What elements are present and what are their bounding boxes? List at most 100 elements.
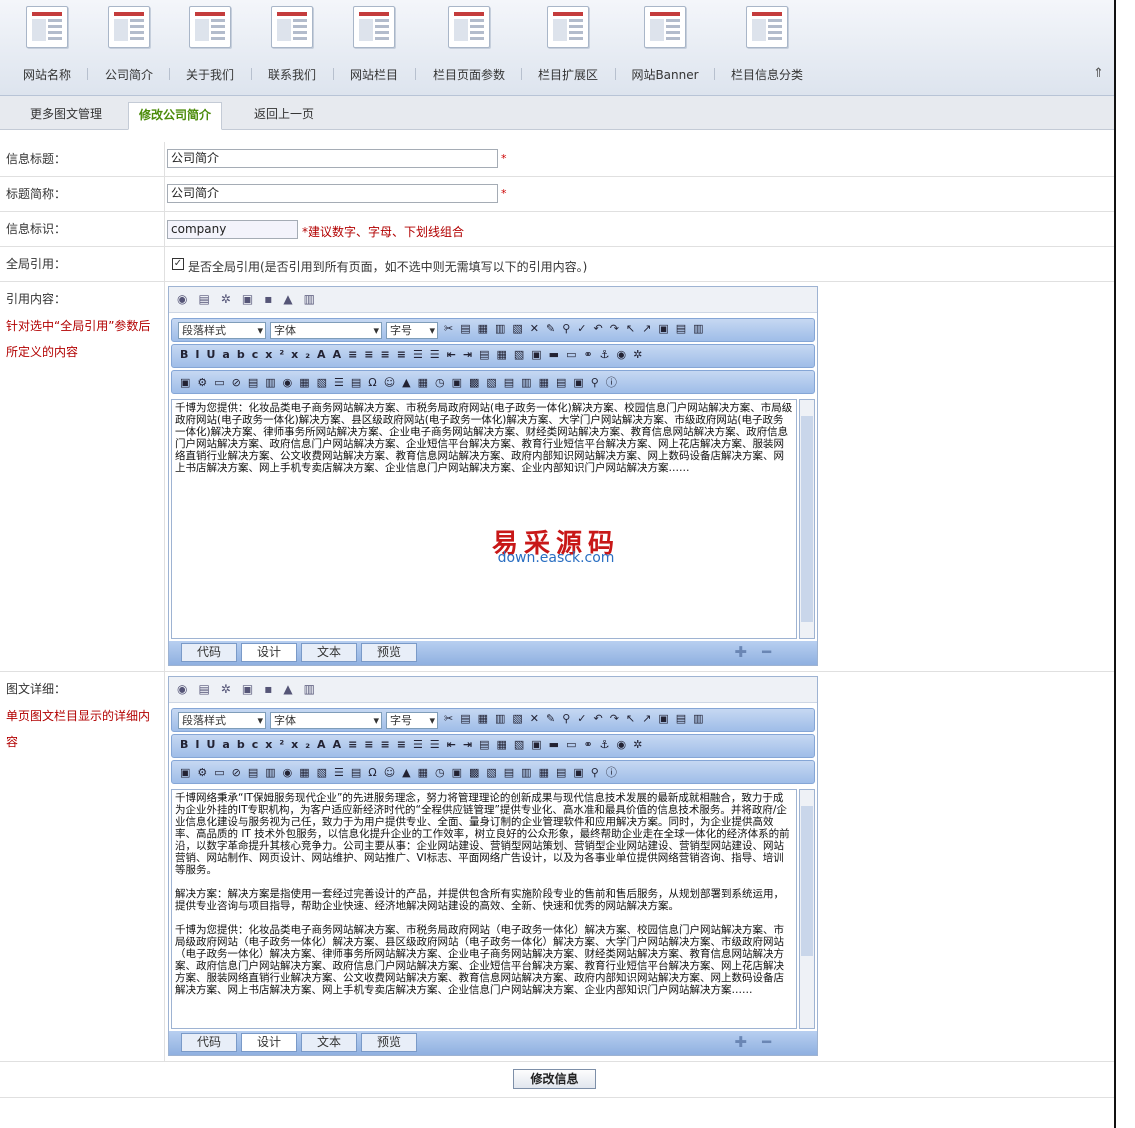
scroll-thumb[interactable]	[801, 416, 813, 622]
ref-content-text: 千博为您提供：化妆品类电子商务网站解决方案、市税务局政府网站(电子政务一体化)解…	[175, 402, 793, 474]
nav-site-name[interactable]: 网站名称	[14, 0, 80, 96]
font-size-select[interactable]: 字号	[386, 322, 438, 339]
nav-column-page-params[interactable]: 栏目页面参数	[426, 0, 512, 96]
detail-content-hint: 单页图文栏目显示的详细内容	[6, 709, 151, 749]
editor-mode-bar: 代码 设计 文本 预览 ✚ ━	[169, 1031, 817, 1055]
insert-tools-icons[interactable]: ▣⚙▭⊘▤▥◉▦▧☰▤Ω☺▲▦◷▣▩▧▤▥▦▤▣⚲ⓘ	[180, 374, 624, 391]
contact-us-icon	[271, 6, 313, 48]
editor-quick-icons[interactable]: ◉▤✲▣▪▲▥	[177, 682, 326, 696]
nav-label: 公司简介	[104, 68, 153, 82]
nav-site-banner[interactable]: 网站Banner	[624, 0, 706, 96]
tab-go-back[interactable]: 返回上一页	[244, 102, 324, 130]
watermark: 易采源码 down.easck.com	[492, 529, 621, 566]
column-divider	[164, 672, 165, 1061]
window-edge	[1114, 0, 1116, 1128]
paragraph-style-select[interactable]: 段落样式	[178, 322, 266, 339]
column-divider	[164, 177, 165, 211]
info-title-input[interactable]: 公司简介	[167, 149, 498, 168]
label-info-key: 信息标识：	[6, 222, 67, 236]
ref-content-hint: 针对选中“全局引用”参数后所定义的内容	[6, 319, 151, 359]
paragraph-style-select[interactable]: 段落样式	[178, 712, 266, 729]
ref-editor-content[interactable]: 千博为您提供：化妆品类电子商务网站解决方案、市税务局政府网站(电子政务一体化)解…	[171, 399, 797, 639]
nav-column-categories[interactable]: 栏目信息分类	[724, 0, 810, 96]
ref-editor-scrollbar[interactable]	[799, 399, 815, 639]
font-select[interactable]: 字体	[270, 322, 382, 339]
global-ref-checkbox[interactable]: ✓	[172, 258, 184, 270]
info-key-input[interactable]: company	[167, 220, 298, 239]
editor-toolbar-2: BIUabcx²x₂AA≡≡≡≡☰☰⇤⇥▤▦▧▣▬▭⚭⚓◉✲	[171, 734, 815, 758]
nav-label: 网站栏目	[349, 68, 398, 82]
site-name-icon	[26, 6, 68, 48]
mode-code-button[interactable]: 代码	[181, 1033, 237, 1052]
watermark-cn: 易采源码	[492, 529, 621, 559]
nav-divider	[333, 68, 334, 80]
detail-editor-content[interactable]: 千博网络秉承“IT保姆服务现代企业”的先进服务理念，努力将管理理论的创新成果与现…	[171, 789, 797, 1029]
nav-label: 关于我们	[185, 68, 234, 82]
detail-editor-scrollbar[interactable]	[799, 789, 815, 1029]
expand-icon[interactable]: ✚	[734, 1033, 747, 1051]
company-intro-icon	[108, 6, 150, 48]
nav-about-us[interactable]: 关于我们	[177, 0, 243, 96]
format-tools-icons[interactable]: BIUabcx²x₂AA≡≡≡≡☰☰⇤⇥▤▦▧▣▬▭⚭⚓◉✲	[180, 738, 649, 755]
editor-top-icons: ◉▤✲▣▪▲▥	[169, 287, 817, 313]
nav-column-extension[interactable]: 栏目扩展区	[530, 0, 606, 96]
expand-icon[interactable]: ✚	[734, 643, 747, 661]
format-tools-icons[interactable]: BIUabcx²x₂AA≡≡≡≡☰☰⇤⇥▤▦▧▣▬▭⚭⚓◉✲	[180, 348, 649, 365]
detail-rich-editor: ◉▤✲▣▪▲▥ 段落样式 字体 字号 ✂▤▦▥▧✕✎⚲✓↶↷↖↗▣▤▥ BIUa…	[168, 676, 818, 1056]
shrink-icon[interactable]: ━	[762, 1033, 771, 1051]
mode-code-button[interactable]: 代码	[181, 643, 237, 662]
tab-edit-company-intro[interactable]: 修改公司简介	[128, 102, 223, 130]
nav-site-columns[interactable]: 网站栏目	[341, 0, 407, 96]
editor-toolbar-1: 段落样式 字体 字号 ✂▤▦▥▧✕✎⚲✓↶↷↖↗▣▤▥	[171, 708, 815, 732]
site-columns-icon	[353, 6, 395, 48]
nav-divider	[714, 68, 715, 80]
mode-design-button[interactable]: 设计	[241, 643, 297, 662]
submit-button[interactable]: 修改信息	[513, 1069, 596, 1089]
mode-preview-button[interactable]: 预览	[361, 1033, 417, 1052]
editor-toolbar-3: ▣⚙▭⊘▤▥◉▦▧☰▤Ω☺▲▦◷▣▩▧▤▥▦▤▣⚲ⓘ	[171, 370, 815, 394]
editor-quick-icons[interactable]: ◉▤✲▣▪▲▥	[177, 292, 326, 306]
shrink-icon[interactable]: ━	[762, 643, 771, 661]
nav-label: 栏目扩展区	[537, 68, 598, 82]
site-banner-icon	[644, 6, 686, 48]
nav-company-intro[interactable]: 公司简介	[96, 0, 162, 96]
label-info-title: 信息标题：	[6, 152, 67, 166]
about-us-icon	[189, 6, 231, 48]
label-global-ref: 全局引用：	[6, 257, 67, 271]
nav-contact-us[interactable]: 联系我们	[259, 0, 325, 96]
nav-label: 栏目页面参数	[432, 68, 505, 82]
row-info-key: 信息标识： company *建议数字、字母、下划线组合	[0, 212, 1114, 247]
label-short-title: 标题简称：	[6, 187, 67, 201]
editor-top-icons: ◉▤✲▣▪▲▥	[169, 677, 817, 703]
scroll-thumb[interactable]	[801, 806, 813, 956]
nav-label: 网站名称	[22, 68, 71, 82]
row-info-title: 信息标题： 公司简介 *	[0, 142, 1114, 177]
nav-divider	[615, 68, 616, 80]
nav-label: 栏目信息分类	[730, 68, 803, 82]
ref-rich-editor: ◉▤✲▣▪▲▥ 段落样式 字体 字号 ✂▤▦▥▧✕✎⚲✓↶↷↖↗▣▤▥ BIUa…	[168, 286, 818, 666]
up-arrow-icon[interactable]: ⇑	[1093, 66, 1104, 81]
tab-more-graphics[interactable]: 更多图文管理	[20, 102, 112, 130]
mode-text-button[interactable]: 文本	[301, 643, 357, 662]
font-size-select[interactable]: 字号	[386, 712, 438, 729]
label-detail-content: 图文详细：	[6, 682, 67, 696]
detail-paragraph: 千博网络秉承“IT保姆服务现代企业”的先进服务理念，努力将管理理论的创新成果与现…	[175, 792, 790, 876]
tab-bar: 更多图文管理 修改公司简介 返回上一页	[0, 96, 1114, 130]
mode-preview-button[interactable]: 预览	[361, 643, 417, 662]
nav-label: 网站Banner	[631, 68, 699, 82]
mode-text-button[interactable]: 文本	[301, 1033, 357, 1052]
row-detail-content: 图文详细： 单页图文栏目显示的详细内容 ◉▤✲▣▪▲▥ 段落样式 字体 字号 ✂…	[0, 672, 1114, 1062]
clipboard-tools-icons[interactable]: ✂▤▦▥▧✕✎⚲✓↶↷↖↗▣▤▥	[444, 322, 711, 339]
nav-divider	[87, 68, 88, 80]
clipboard-tools-icons[interactable]: ✂▤▦▥▧✕✎⚲✓↶↷↖↗▣▤▥	[444, 712, 711, 729]
required-mark: *	[501, 187, 507, 200]
column-divider	[164, 247, 165, 281]
nav-divider	[169, 68, 170, 80]
watermark-url: down.easck.com	[497, 550, 615, 566]
short-title-input[interactable]: 公司简介	[167, 184, 498, 203]
insert-tools-icons[interactable]: ▣⚙▭⊘▤▥◉▦▧☰▤Ω☺▲▦◷▣▩▧▤▥▦▤▣⚲ⓘ	[180, 764, 624, 781]
font-select[interactable]: 字体	[270, 712, 382, 729]
nav-divider	[521, 68, 522, 80]
editor-toolbar-1: 段落样式 字体 字号 ✂▤▦▥▧✕✎⚲✓↶↷↖↗▣▤▥	[171, 318, 815, 342]
mode-design-button[interactable]: 设计	[241, 1033, 297, 1052]
